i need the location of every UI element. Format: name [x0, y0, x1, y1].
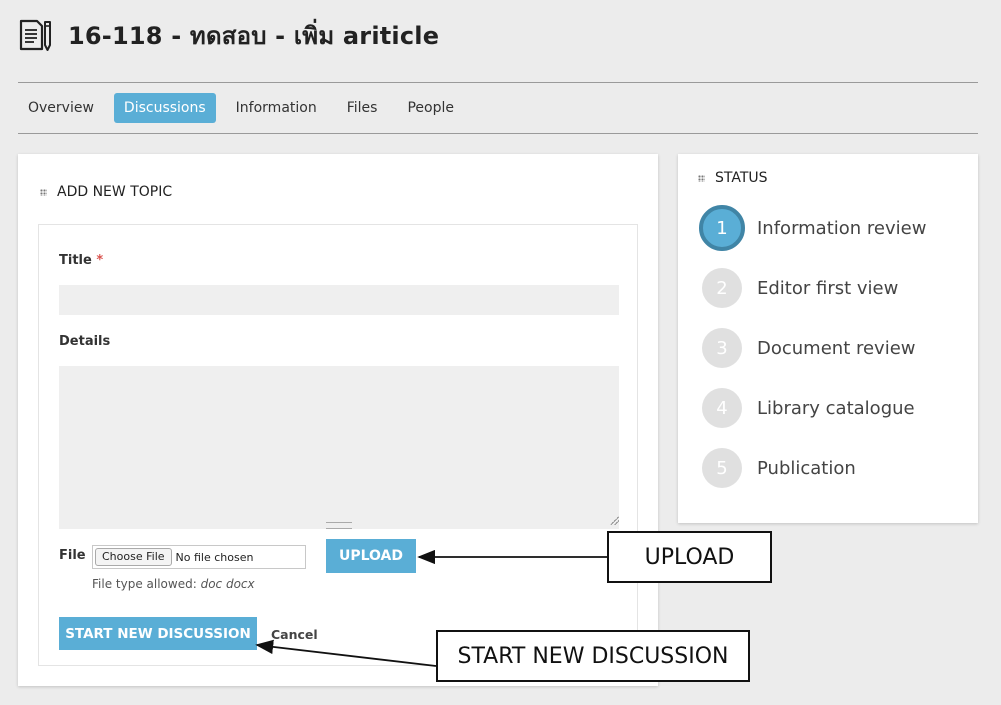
- header-divider-top: [18, 82, 978, 83]
- status-step-1: 1 Information review: [699, 205, 927, 251]
- step-label: Information review: [757, 217, 927, 239]
- title-input[interactable]: [59, 285, 619, 315]
- details-label: Details: [59, 334, 111, 349]
- step-number-circle: 2: [702, 268, 742, 308]
- add-topic-heading: ADD NEW TOPIC: [40, 184, 172, 200]
- file-input[interactable]: Choose File No file chosen: [92, 545, 306, 569]
- status-step-3: 3 Document review: [702, 327, 916, 369]
- status-step-4: 4 Library catalogue: [702, 387, 915, 429]
- required-mark: *: [96, 253, 104, 268]
- step-label: Editor first view: [757, 277, 899, 299]
- status-step-2: 2 Editor first view: [702, 267, 898, 309]
- file-label: File: [59, 548, 86, 563]
- title-label-text: Title: [59, 253, 92, 268]
- tab-information[interactable]: Information: [226, 93, 327, 123]
- resize-corner-icon[interactable]: [609, 515, 619, 525]
- status-heading: STATUS: [698, 170, 768, 186]
- page-title: 16-118 - ทดสอบ - เพิ่ม ariticle: [68, 22, 440, 50]
- header-divider-bottom: [18, 133, 978, 134]
- upload-button[interactable]: UPLOAD: [326, 539, 416, 573]
- document-edit-icon: [19, 19, 51, 51]
- upload-callout: UPLOAD: [607, 531, 772, 583]
- step-number-circle: 4: [702, 388, 742, 428]
- start-discussion-callout: START NEW DISCUSSION: [436, 630, 750, 682]
- status-step-5: 5 Publication: [702, 447, 856, 489]
- choose-file-button[interactable]: Choose File: [95, 548, 172, 566]
- tab-files[interactable]: Files: [337, 93, 388, 123]
- no-file-chosen-text: No file chosen: [175, 550, 254, 564]
- file-type-hint: File type allowed: doc docx: [92, 577, 255, 591]
- file-type-hint-types: doc docx: [200, 577, 255, 591]
- dotted-bullet-icon: [698, 174, 705, 182]
- tab-people[interactable]: People: [397, 93, 464, 123]
- step-number-circle: 1: [699, 205, 745, 251]
- tab-bar: Overview Discussions Information Files P…: [18, 93, 474, 123]
- add-topic-card: ADD NEW TOPIC Title * Details File Choos…: [18, 154, 658, 686]
- title-label: Title *: [59, 253, 103, 268]
- step-label: Library catalogue: [757, 397, 915, 419]
- add-topic-heading-text: ADD NEW TOPIC: [57, 184, 173, 200]
- step-label: Document review: [757, 337, 916, 359]
- tab-overview[interactable]: Overview: [18, 93, 104, 123]
- tab-discussions[interactable]: Discussions: [113, 93, 216, 123]
- status-card: STATUS 1 Information review 2 Editor fir…: [678, 154, 978, 523]
- textarea-grip-handle[interactable]: [326, 522, 352, 529]
- cancel-link[interactable]: Cancel: [271, 627, 318, 642]
- file-type-hint-prefix: File type allowed:: [92, 577, 197, 591]
- dotted-bullet-icon: [40, 188, 47, 196]
- topic-form: Title * Details File Choose File No file…: [38, 224, 638, 666]
- step-number-circle: 5: [702, 448, 742, 488]
- step-label: Publication: [757, 457, 856, 479]
- start-new-discussion-button[interactable]: START NEW DISCUSSION: [59, 617, 257, 650]
- details-textarea[interactable]: [59, 366, 619, 529]
- step-number-circle: 3: [702, 328, 742, 368]
- status-heading-text: STATUS: [715, 170, 768, 186]
